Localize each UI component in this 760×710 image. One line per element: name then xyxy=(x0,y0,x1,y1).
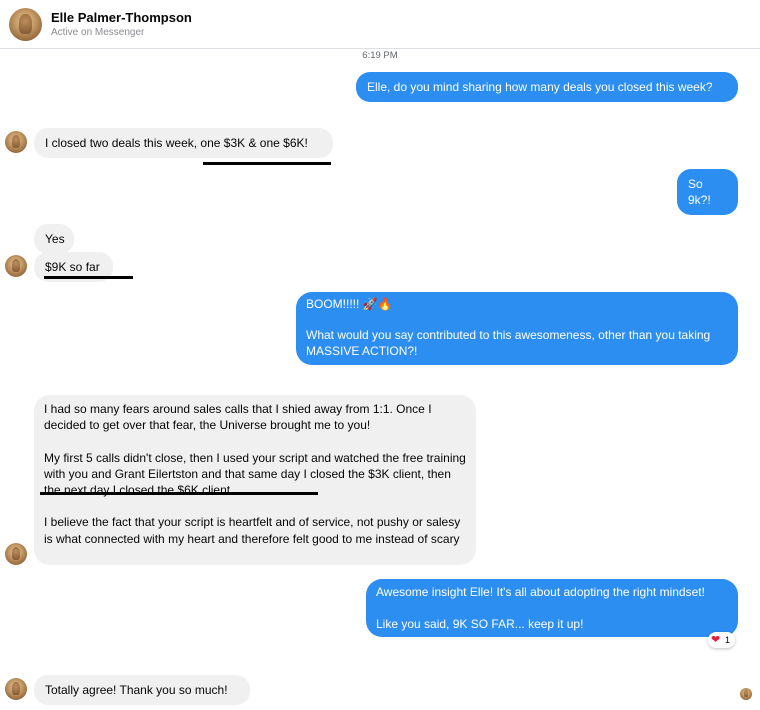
incoming-message[interactable]: I had so many fears around sales calls t… xyxy=(34,395,476,565)
incoming-message[interactable]: Yes xyxy=(34,224,74,254)
sender-avatar xyxy=(5,543,27,565)
incoming-message[interactable]: Totally agree! Thank you so much! xyxy=(34,675,250,705)
sender-avatar xyxy=(5,678,27,700)
message-timestamp: 6:19 PM xyxy=(362,50,398,61)
message-reaction[interactable]: ❤ 1 xyxy=(708,632,736,648)
sender-avatar xyxy=(5,255,27,277)
outgoing-message[interactable]: Awesome insight Elle! It's all about ado… xyxy=(366,579,738,637)
contact-avatar[interactable] xyxy=(9,8,42,41)
contact-status: Active on Messenger xyxy=(51,27,145,38)
contact-name[interactable]: Elle Palmer-Thompson xyxy=(51,10,192,25)
conversation-header: Elle Palmer-Thompson Active on Messenger xyxy=(0,0,760,49)
reaction-count: 1 xyxy=(725,635,731,645)
outgoing-message[interactable]: Elle, do you mind sharing how many deals… xyxy=(356,72,738,102)
outgoing-message[interactable]: So 9k?! xyxy=(677,169,738,215)
highlight-underline xyxy=(203,162,331,165)
incoming-message[interactable]: I closed two deals this week, one $3K & … xyxy=(34,128,333,158)
highlight-underline xyxy=(40,492,318,495)
sender-avatar xyxy=(5,131,27,153)
heart-icon: ❤ xyxy=(711,633,721,646)
outgoing-message[interactable]: BOOM!!!!! 🚀🔥 What would you say contribu… xyxy=(296,292,738,365)
read-receipt-avatar xyxy=(740,688,752,700)
highlight-underline xyxy=(44,276,133,279)
